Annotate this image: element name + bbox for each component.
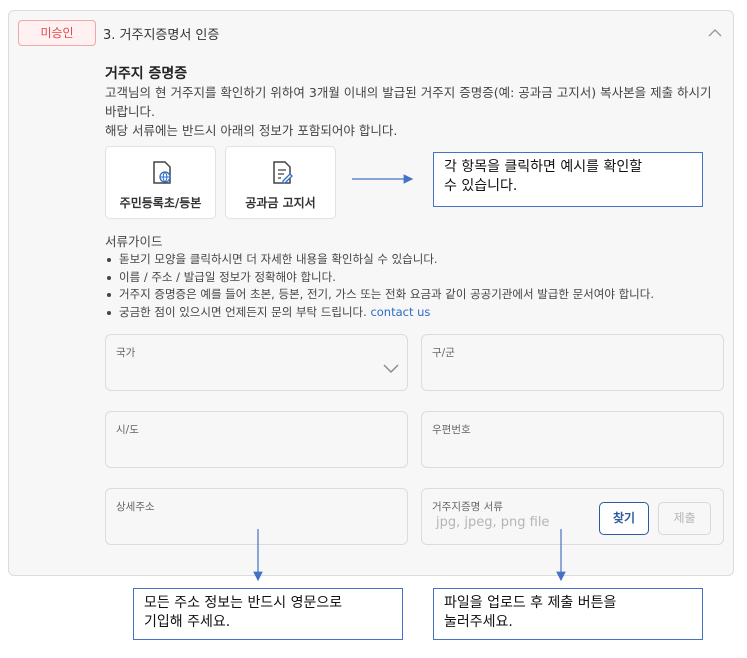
address-detail-label: 상세주소 bbox=[116, 501, 155, 513]
country-select[interactable]: 국가 bbox=[105, 334, 408, 391]
guide-item: 돋보기 모양을 클릭하시면 더 자세한 내용을 확인하실 수 있습니다. bbox=[105, 251, 725, 269]
document-globe-icon bbox=[153, 161, 171, 184]
guide-list: 돋보기 모양을 클릭하시면 더 자세한 내용을 확인하실 수 있습니다. 이름 … bbox=[105, 251, 725, 321]
guide-item-text: 궁금한 점이 있으시면 언제든지 문의 부탁 드립니다. bbox=[119, 304, 367, 319]
find-file-button[interactable]: 찾기 bbox=[599, 502, 649, 535]
country-label: 국가 bbox=[116, 347, 136, 359]
annotation-callout-address: 모든 주소 정보는 반드시 영문으로 기입해 주세요. bbox=[133, 588, 403, 640]
section-title: 3. 거주지증명서 인증 bbox=[103, 28, 220, 43]
callout-line: 각 항목을 클릭하면 예시를 확인할 bbox=[444, 159, 643, 175]
callout-line: 눌러주세요. bbox=[444, 614, 513, 630]
annotation-callout-upload: 파일을 업로드 후 제출 버튼을 눌러주세요. bbox=[433, 588, 703, 640]
chevron-up-icon[interactable] bbox=[707, 25, 723, 41]
document-tile-utility-bill[interactable]: 공과금 고지서 bbox=[225, 146, 336, 219]
chevron-down-icon bbox=[383, 364, 399, 373]
document-edit-icon bbox=[273, 161, 293, 184]
callout-line: 수 있습니다. bbox=[444, 178, 518, 194]
residence-verification-card: 미승인 3. 거주지증명서 인증 거주지 증명증 고객님의 현 거주지를 확인하… bbox=[8, 10, 734, 576]
guide-item: 거주지 증명증은 예를 들어 초본, 등본, 전기, 가스 또는 전화 요금과 … bbox=[105, 286, 725, 304]
guide-item: 이름 / 주소 / 발급일 정보가 정확해야 합니다. bbox=[105, 269, 725, 287]
submit-button[interactable]: 제출 bbox=[658, 502, 711, 535]
address-detail-input[interactable]: 상세주소 bbox=[105, 488, 408, 545]
postal-code-input[interactable]: 우편번호 bbox=[421, 411, 724, 468]
file-upload-field: 거주지증명 서류 jpg, jpeg, png file 찾기 제출 bbox=[421, 488, 724, 545]
postal-code-label: 우편번호 bbox=[432, 424, 471, 436]
callout-line: 모든 주소 정보는 반드시 영문으로 bbox=[144, 595, 343, 611]
document-tile-resident-registration[interactable]: 주민등록초/등본 bbox=[105, 146, 216, 219]
contact-us-link[interactable]: contact us bbox=[370, 305, 430, 319]
annotation-callout-examples: 각 항목을 클릭하면 예시를 확인할 수 있습니다. bbox=[433, 152, 703, 207]
city-label: 시/도 bbox=[116, 424, 139, 436]
district-input[interactable]: 구/군 bbox=[421, 334, 724, 391]
description-line: 고객님의 현 거주지를 확인하기 위하여 3개월 이내의 발급된 거주지 증명증… bbox=[105, 85, 712, 100]
description-line: 해당 서류에는 반드시 아래의 정보가 포함되어야 합니다. bbox=[105, 123, 398, 138]
city-input[interactable]: 시/도 bbox=[105, 411, 408, 468]
file-upload-label: 거주지증명 서류 bbox=[432, 501, 503, 513]
district-label: 구/군 bbox=[432, 347, 455, 359]
proof-description: 고객님의 현 거주지를 확인하기 위하여 3개월 이내의 발급된 거주지 증명증… bbox=[105, 83, 725, 140]
callout-line: 기입해 주세요. bbox=[144, 614, 231, 630]
proof-heading: 거주지 증명증 bbox=[105, 66, 188, 82]
guide-title: 서류가이드 bbox=[105, 234, 163, 249]
description-line: 바랍니다. bbox=[105, 104, 155, 119]
guide-item: 궁금한 점이 있으시면 언제든지 문의 부탁 드립니다. contact us bbox=[105, 304, 725, 322]
document-tile-label: 주민등록초/등본 bbox=[119, 196, 202, 210]
status-badge: 미승인 bbox=[18, 20, 96, 46]
document-tile-label: 공과금 고지서 bbox=[245, 196, 316, 210]
file-placeholder: jpg, jpeg, png file bbox=[436, 515, 550, 530]
callout-line: 파일을 업로드 후 제출 버튼을 bbox=[444, 595, 617, 611]
